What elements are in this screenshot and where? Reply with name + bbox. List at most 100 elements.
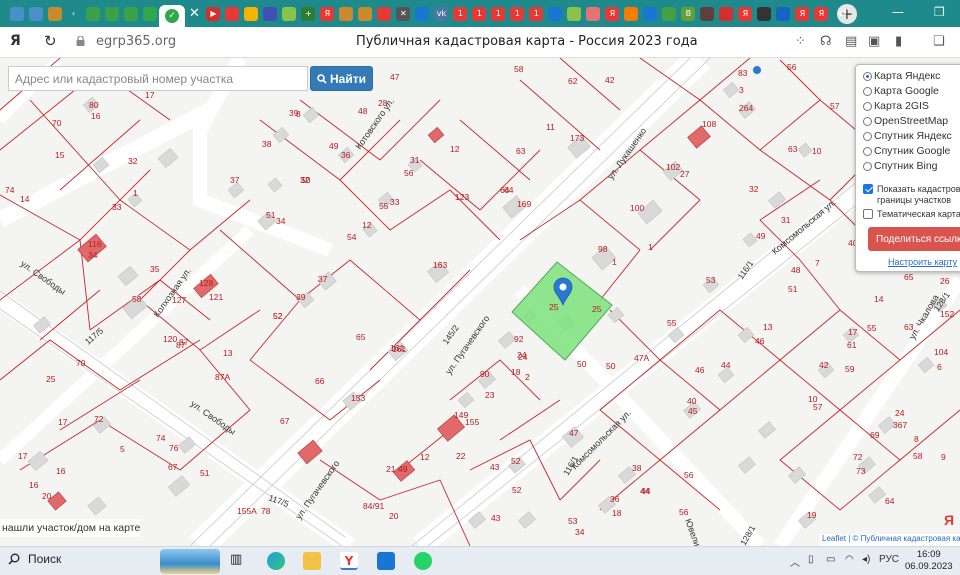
image-icon[interactable] [415, 6, 430, 21]
leaf-icon[interactable] [567, 6, 582, 21]
tray-device-icon[interactable]: ▯ [808, 554, 814, 565]
doc-icon[interactable] [643, 6, 658, 21]
tray-network-icon[interactable]: ▭ [826, 554, 835, 565]
layer-option[interactable]: Спутник Яндекс [863, 130, 952, 142]
check-icon[interactable] [123, 6, 138, 21]
close-tab-icon[interactable]: ✕ [189, 6, 200, 21]
layer-radio[interactable] [863, 146, 872, 156]
vk-icon[interactable]: vk [434, 6, 449, 21]
extensions-icon[interactable]: ▣ [868, 34, 880, 49]
bookmark-icon[interactable]: ▮ [895, 34, 902, 49]
parcel-number: 367 [893, 420, 907, 430]
active-tab[interactable]: ✓ [159, 5, 185, 27]
lock-icon[interactable] [76, 36, 85, 46]
flag-icon[interactable] [719, 6, 734, 21]
yandex-logo-icon[interactable]: Я [10, 33, 21, 49]
box-icon[interactable] [700, 6, 715, 21]
configure-map-link[interactable]: Настроить карту [888, 257, 957, 267]
cross-icon[interactable]: + [301, 6, 316, 21]
badge-icon[interactable]: 1 [510, 6, 525, 21]
taskbar-clock[interactable]: 16:09 06.09.2023 [905, 549, 953, 573]
show-borders-toggle[interactable]: Показать кадастровыеграницы участков [863, 184, 960, 206]
tabs-overview-icon[interactable]: ⧉ [838, 5, 847, 20]
layer-option[interactable]: Спутник Bing [863, 160, 938, 172]
stack-icon[interactable] [47, 6, 62, 21]
badge-icon[interactable]: 1 [529, 6, 544, 21]
map-canvas[interactable]: 475862 42178016 48287039849361232153831326… [0, 58, 960, 546]
leaf-icon[interactable] [662, 6, 677, 21]
show-borders-checkbox[interactable] [863, 184, 873, 194]
yandex-browser-taskbar-icon[interactable]: Y [340, 552, 358, 570]
back-icon[interactable]: ‹ [66, 6, 81, 21]
yandex-icon[interactable]: Я [738, 6, 753, 21]
yandex-icon[interactable]: Я [605, 6, 620, 21]
layer-option[interactable]: OpenStreetMap [863, 115, 948, 127]
help-tip-text[interactable]: нашли участок/дом на карте? [0, 519, 140, 537]
badge-icon[interactable]: 1 [472, 6, 487, 21]
clock-icon[interactable] [757, 6, 772, 21]
layer-radio[interactable] [863, 161, 872, 171]
video-icon[interactable]: ▶ [206, 6, 221, 21]
logo-icon[interactable] [104, 6, 119, 21]
yandex-icon[interactable]: Я [320, 6, 335, 21]
layer-option[interactable]: Карта Яндекс [863, 70, 940, 82]
weather-widget-icon[interactable] [160, 549, 220, 574]
chart-icon[interactable] [548, 6, 563, 21]
bag-icon[interactable] [282, 6, 297, 21]
b-icon[interactable]: B [681, 6, 696, 21]
share-link-button[interactable]: Поделиться ссылкой [868, 227, 960, 251]
thematic-map-checkbox[interactable] [863, 209, 873, 219]
layer-radio[interactable] [863, 101, 872, 111]
layer-radio[interactable] [863, 86, 872, 96]
stack-icon[interactable] [358, 6, 373, 21]
layer-radio[interactable] [863, 71, 872, 81]
reload-icon[interactable]: ↻ [44, 32, 57, 50]
layer-option[interactable]: Спутник Google [863, 145, 950, 157]
mail-icon[interactable] [244, 6, 259, 21]
circle-icon[interactable] [586, 6, 601, 21]
layer-radio[interactable] [863, 131, 872, 141]
star-icon[interactable] [263, 6, 278, 21]
yandex-icon[interactable]: Я [795, 6, 810, 21]
logo-icon[interactable] [85, 6, 100, 21]
reader-mode-icon[interactable]: ▤ [845, 34, 857, 49]
pin-icon[interactable] [377, 6, 392, 21]
badge-icon[interactable]: 1 [453, 6, 468, 21]
parcel-number: 18 [612, 508, 622, 518]
tray-volume-icon[interactable]: ◂) [862, 554, 870, 565]
mail-icon[interactable] [776, 6, 791, 21]
layer-option[interactable]: Карта 2GIS [863, 100, 929, 112]
search-input[interactable] [8, 66, 308, 91]
thematic-map-toggle[interactable]: Тематическая карта [863, 209, 960, 220]
layer-radio[interactable] [863, 116, 872, 126]
keyboard-language[interactable]: РУС [879, 554, 899, 565]
headphones-icon[interactable]: ☊ [820, 34, 832, 49]
check-icon[interactable] [142, 6, 157, 21]
search-button[interactable]: Найти [310, 66, 373, 91]
tray-wifi-icon[interactable]: ◠ [845, 554, 854, 565]
minimize-icon[interactable]: — [892, 5, 904, 19]
play-icon[interactable] [225, 6, 240, 21]
home-icon[interactable] [9, 6, 24, 21]
cadastral-map[interactable]: 47 58 62 42 17 80 16 48 28 70 39 8 49 36 12 32 15 38 31 32 6… [0, 58, 960, 546]
tools-icon[interactable]: ✕ [396, 6, 411, 21]
map-attribution[interactable]: Leaflet | © Публичная кадастровая карта [820, 534, 960, 546]
whatsapp-icon[interactable] [414, 552, 432, 570]
home-icon[interactable] [28, 6, 43, 21]
layer-option[interactable]: Карта Google [863, 85, 939, 97]
edge-browser-icon[interactable] [267, 552, 285, 570]
mail-app-icon[interactable] [377, 552, 395, 570]
apps-icon[interactable]: ⁘ [795, 34, 806, 49]
badge-icon[interactable]: 1 [491, 6, 506, 21]
collections-icon[interactable]: ❏ [933, 34, 945, 49]
globe-icon[interactable] [624, 6, 639, 21]
taskbar-search[interactable]: Поиск [8, 552, 61, 566]
map-pin-icon[interactable] [753, 66, 761, 74]
yandex-icon[interactable]: Я [814, 6, 829, 21]
stack-icon[interactable] [339, 6, 354, 21]
file-explorer-icon[interactable] [303, 552, 321, 570]
task-view-icon[interactable]: ▥ [230, 552, 248, 570]
url-text[interactable]: egrp365.org [96, 34, 176, 49]
restore-icon[interactable]: ❐ [934, 5, 945, 19]
tray-chevron-icon[interactable]: ︿ [790, 554, 800, 569]
